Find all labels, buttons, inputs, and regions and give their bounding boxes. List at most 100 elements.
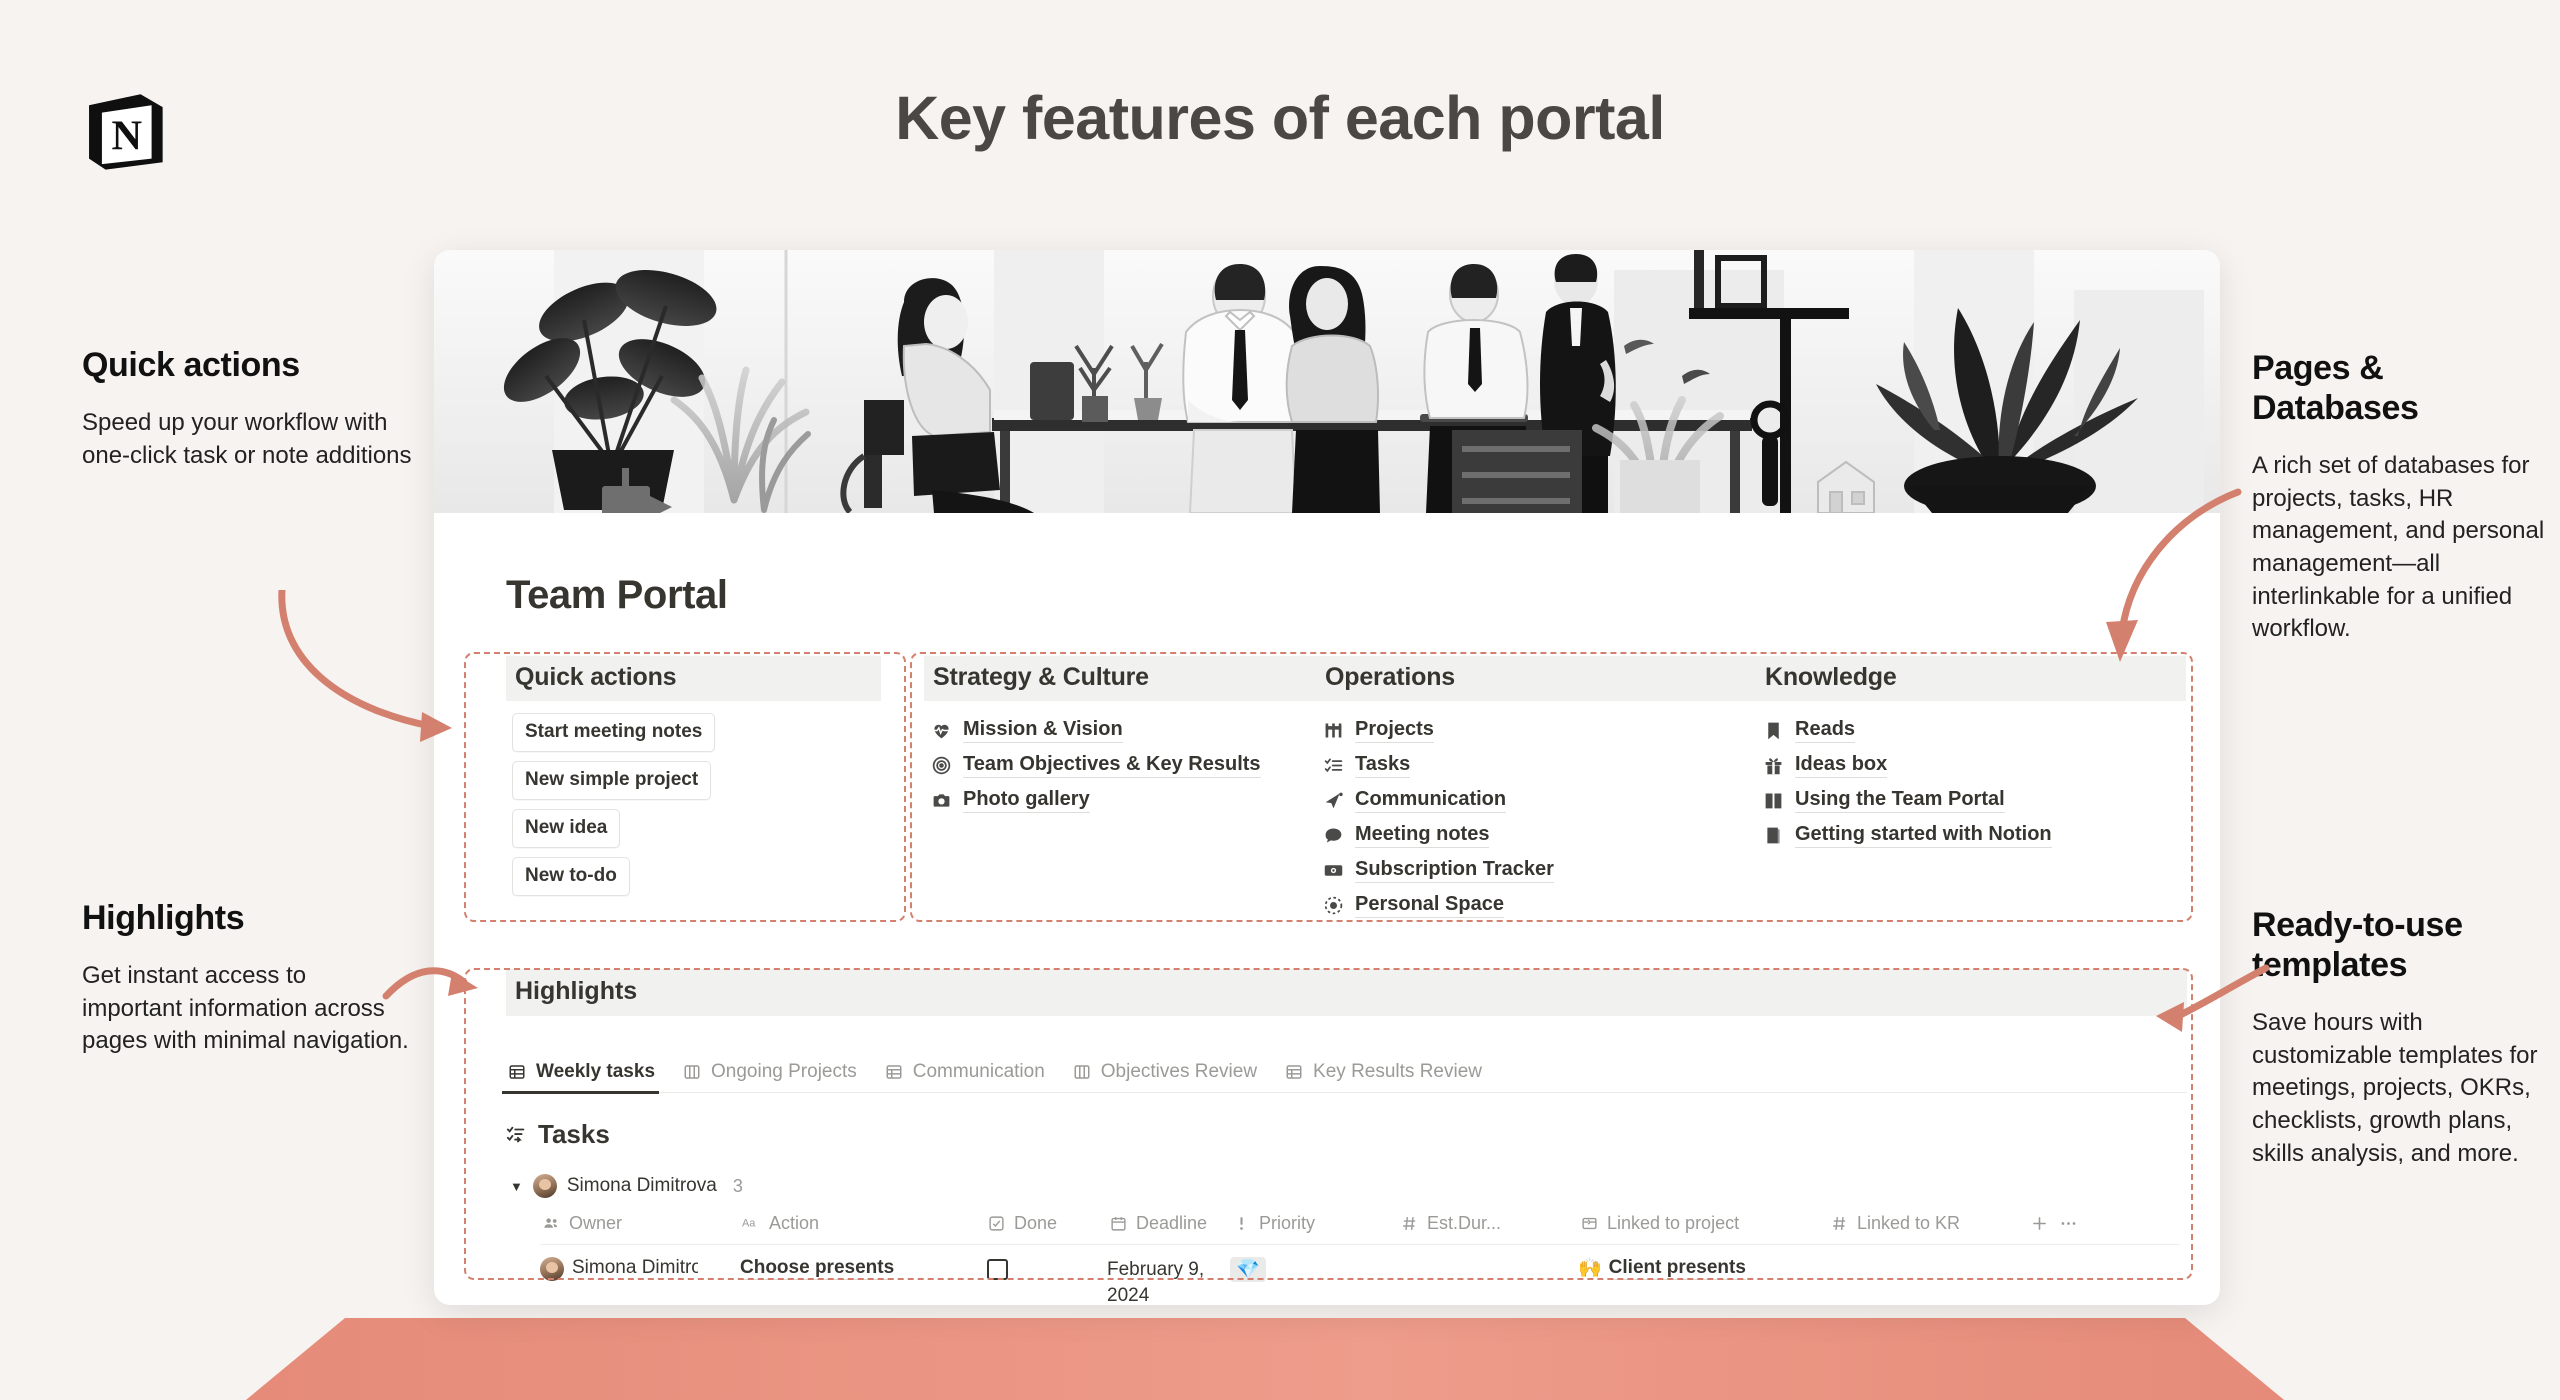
new-idea-button[interactable]: New idea xyxy=(512,809,621,848)
database-title: Tasks xyxy=(506,1119,2148,1150)
tab-weekly-tasks[interactable]: Weekly tasks xyxy=(501,1061,660,1094)
column-heading-operations: Operations xyxy=(1316,656,1756,701)
link-label: Ideas box xyxy=(1795,753,1888,778)
column-strategy-culture: Strategy & Culture Mission & Vision Team… xyxy=(924,656,1316,818)
relation-icon xyxy=(1578,1212,1600,1234)
cell-owner[interactable]: Simona Dimitro xyxy=(540,1257,740,1281)
link-projects[interactable]: Projects xyxy=(1316,713,1756,748)
cell-done[interactable] xyxy=(985,1257,1107,1280)
column-header-done[interactable]: Done xyxy=(985,1212,1107,1234)
checkbox-icon xyxy=(985,1212,1007,1234)
column-header-est-duration[interactable]: Est.Dur... xyxy=(1398,1212,1578,1234)
link-label: Using the Team Portal xyxy=(1795,788,2005,813)
column-header-label: Est.Dur... xyxy=(1427,1212,1502,1233)
camera-icon xyxy=(930,790,952,812)
link-mission-and-vision[interactable]: Mission & Vision xyxy=(924,713,1316,748)
tab-label: Weekly tasks xyxy=(536,1061,656,1082)
deadline-value: February 9, 2024 xyxy=(1107,1259,1205,1305)
done-checkbox[interactable] xyxy=(987,1259,1008,1280)
ellipsis-icon[interactable] xyxy=(2057,1212,2079,1234)
document-body: Team Portal Quick actions Start meeting … xyxy=(434,573,2220,1305)
new-simple-project-button[interactable]: New simple project xyxy=(512,761,712,800)
link-getting-started-with-notion[interactable]: Getting started with Notion xyxy=(1756,818,2186,853)
priority-chip: 💎 xyxy=(1230,1257,1266,1282)
table-header-actions xyxy=(2028,1212,2088,1234)
target-icon xyxy=(930,755,952,777)
annotation-quick-actions: Quick actions Speed up your workflow wit… xyxy=(82,345,412,472)
doc-title: Team Portal xyxy=(506,573,728,617)
link-personal-space[interactable]: Personal Space xyxy=(1316,888,1756,923)
paper-plane-icon xyxy=(1322,790,1344,812)
avatar xyxy=(540,1257,564,1281)
link-label: Team Objectives & Key Results xyxy=(963,753,1261,778)
table-view-icon xyxy=(506,1061,528,1083)
link-using-the-team-portal[interactable]: Using the Team Portal xyxy=(1756,783,2186,818)
linked-project-name: Client presents xyxy=(1608,1257,1746,1280)
number-hash-icon xyxy=(1398,1212,1420,1234)
tab-key-results-review[interactable]: Key Results Review xyxy=(1283,1061,1482,1092)
column-header-linked-to-project[interactable]: Linked to project xyxy=(1578,1212,1828,1234)
group-header-row[interactable]: ▼ Simona Dimitrova 3 xyxy=(506,1174,2148,1198)
link-tasks[interactable]: Tasks xyxy=(1316,748,1756,783)
annotation-title: Highlights xyxy=(82,899,245,937)
start-meeting-notes-button[interactable]: Start meeting notes xyxy=(512,713,716,752)
column-heading-strategy-culture: Strategy & Culture xyxy=(924,656,1316,701)
board-view-icon xyxy=(681,1061,703,1083)
annotation-body: Save hours with customizable templates f… xyxy=(2252,1009,2538,1167)
cell-linked-to-project[interactable]: 🙌 Client presents xyxy=(1578,1257,1828,1280)
link-label: Getting started with Notion xyxy=(1795,823,2052,848)
tab-label: Ongoing Projects xyxy=(711,1061,857,1082)
cell-action[interactable]: Choose presents xyxy=(740,1257,985,1280)
caret-down-icon[interactable]: ▼ xyxy=(510,1179,523,1194)
new-todo-button[interactable]: New to-do xyxy=(512,857,630,896)
link-label: Projects xyxy=(1355,718,1434,743)
link-label: Reads xyxy=(1795,718,1856,743)
link-ideas-box[interactable]: Ideas box xyxy=(1756,748,2186,783)
annotation-highlights: Highlights Get instant access to importa… xyxy=(82,898,412,1058)
person-icon xyxy=(540,1212,562,1234)
exclamation-icon xyxy=(1230,1212,1252,1234)
tab-ongoing-projects[interactable]: Ongoing Projects xyxy=(681,1061,857,1092)
linked-project-chip[interactable]: 🙌 Client presents xyxy=(1578,1257,1746,1280)
column-header-action[interactable]: Aa Action xyxy=(740,1212,985,1234)
slide-canvas: N Key features of each portal Team Porta… xyxy=(0,0,2560,1400)
link-label: Personal Space xyxy=(1355,893,1504,918)
link-photo-gallery[interactable]: Photo gallery xyxy=(924,783,1316,818)
link-meeting-notes[interactable]: Meeting notes xyxy=(1316,818,1756,853)
banknote-icon xyxy=(1322,860,1344,882)
coral-swoosh-decoration xyxy=(0,1318,2560,1400)
column-header-label: Action xyxy=(769,1212,820,1233)
annotation-title: Pages & Databases xyxy=(2252,349,2419,428)
annotation-pages-databases: Pages & Databases A rich set of database… xyxy=(2252,348,2552,646)
cover-banner-illustration xyxy=(434,250,2220,513)
link-communication[interactable]: Communication xyxy=(1316,783,1756,818)
link-team-objectives-key-results[interactable]: Team Objectives & Key Results xyxy=(924,748,1316,783)
group-count: 3 xyxy=(732,1175,743,1196)
page-title: Key features of each portal xyxy=(895,84,1665,152)
tab-label: Communication xyxy=(912,1061,1045,1082)
tab-communication[interactable]: Communication xyxy=(883,1061,1045,1092)
column-header-owner[interactable]: Owner xyxy=(540,1212,740,1234)
plus-icon[interactable] xyxy=(2028,1212,2050,1234)
column-quick-actions: Quick actions Start meeting notes New si… xyxy=(506,656,924,905)
link-reads[interactable]: Reads xyxy=(1756,713,2186,748)
table-header-row: Owner Aa Action Done Deadline Priority E… xyxy=(540,1212,2180,1245)
tab-label: Key Results Review xyxy=(1313,1061,1482,1082)
action-title: Choose presents xyxy=(740,1257,895,1280)
column-header-priority[interactable]: Priority xyxy=(1230,1212,1398,1234)
quick-action-buttons: Start meeting notes New simple project N… xyxy=(506,713,924,905)
column-header-deadline[interactable]: Deadline xyxy=(1107,1212,1230,1234)
portal-columns: Quick actions Start meeting notes New si… xyxy=(506,656,2186,923)
tab-objectives-review[interactable]: Objectives Review xyxy=(1071,1061,1257,1092)
goal-flags-icon xyxy=(1322,720,1344,742)
column-header-linked-to-kr[interactable]: Linked to KR xyxy=(1828,1212,2028,1234)
table-row[interactable]: Simona Dimitro Choose presents February … xyxy=(540,1245,2180,1305)
cell-priority[interactable]: 💎 xyxy=(1230,1257,1398,1282)
cell-deadline[interactable]: February 9, 2024 xyxy=(1107,1257,1230,1305)
link-label: Photo gallery xyxy=(963,788,1090,813)
svg-text:Aa: Aa xyxy=(742,1218,756,1230)
bookmark-icon xyxy=(1762,720,1784,742)
link-subscription-tracker[interactable]: Subscription Tracker xyxy=(1316,853,1756,888)
annotation-title: Ready-to-use templates xyxy=(2252,906,2463,985)
column-header-label: Done xyxy=(1014,1212,1058,1233)
